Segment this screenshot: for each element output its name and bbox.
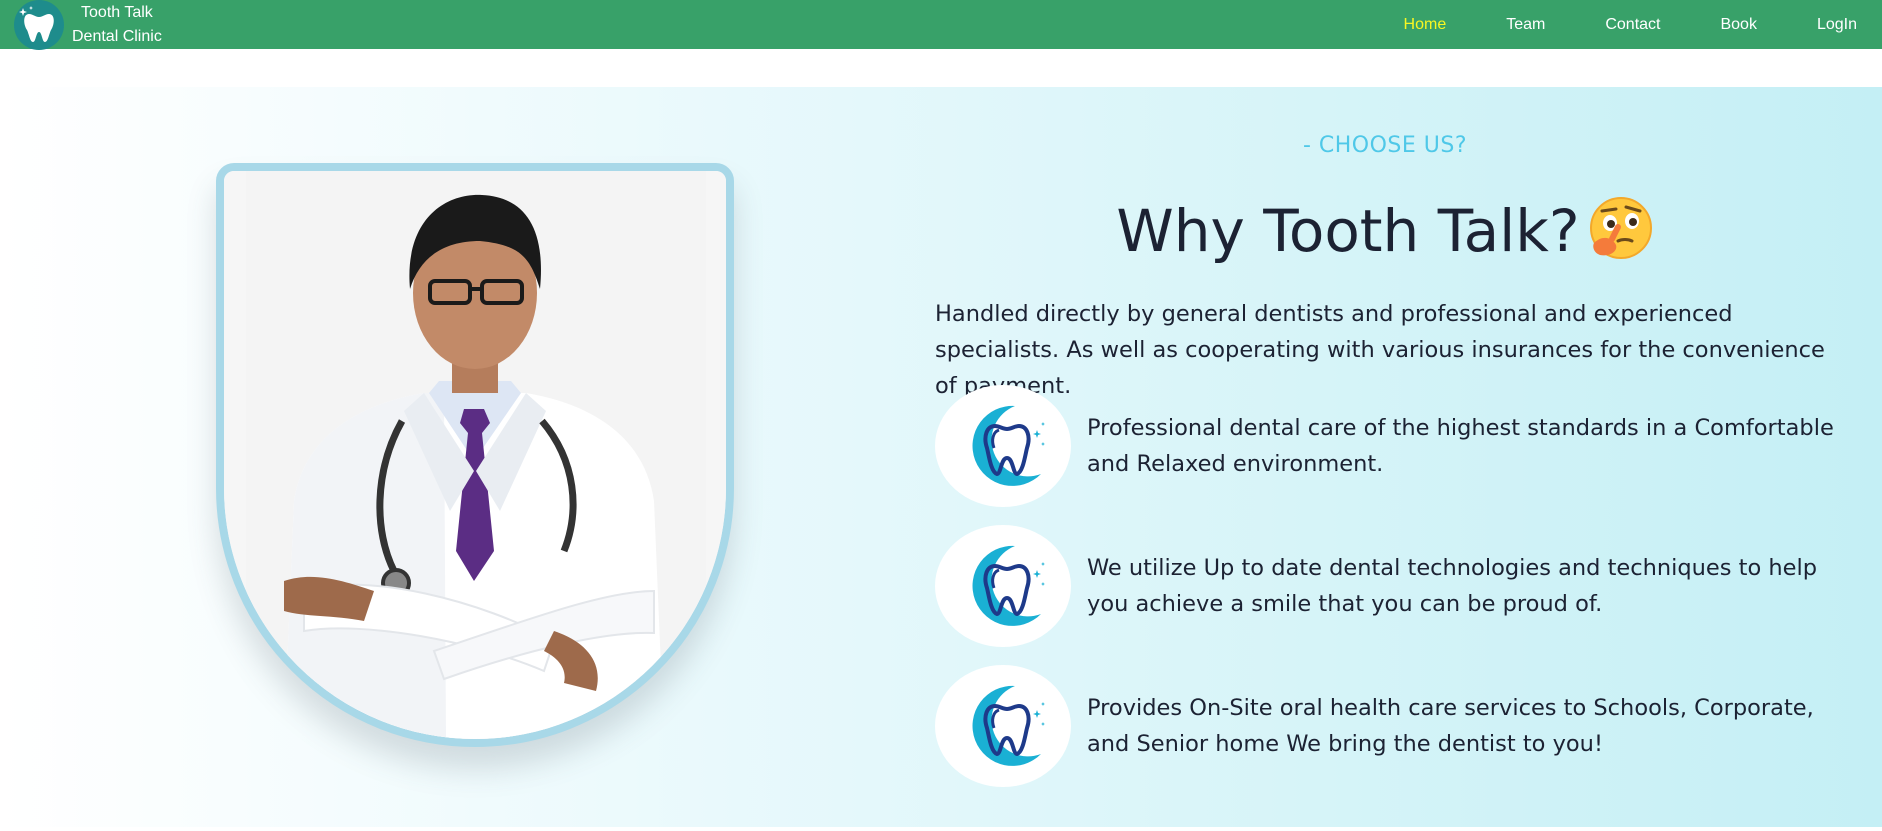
nav-home[interactable]: Home: [1404, 16, 1447, 34]
nav-book[interactable]: Book: [1720, 16, 1756, 34]
feature-text: We utilize Up to date dental technologie…: [1087, 555, 1818, 617]
feature-text: Professional dental care of the highest …: [1087, 415, 1834, 477]
feature-item: Professional dental care of the highest …: [935, 385, 1845, 507]
feature-item: Provides On-Site oral health care servic…: [935, 665, 1845, 787]
section-heading: Why Tooth Talk?: [935, 195, 1835, 266]
feature-text: Provides On-Site oral health care servic…: [1087, 695, 1814, 757]
section-eyebrow: - CHOOSE US?: [1302, 133, 1468, 158]
nav-login[interactable]: LogIn: [1817, 16, 1857, 34]
tooth-sparkle-icon[interactable]: [14, 0, 64, 50]
feature-item: We utilize Up to date dental technologie…: [935, 525, 1845, 647]
doctor-photo: [216, 163, 734, 747]
navbar: Tooth Talk Dental Clinic Home Team Conta…: [0, 0, 1882, 50]
nav-team[interactable]: Team: [1506, 16, 1545, 34]
nav-contact[interactable]: Contact: [1605, 16, 1660, 34]
thinking-face-icon: [1588, 195, 1654, 261]
brand-line-1: Tooth Talk: [81, 3, 153, 21]
brand[interactable]: Tooth Talk Dental Clinic: [0, 0, 162, 50]
tooth-logo-icon: [935, 665, 1071, 787]
tooth-logo-icon: [935, 385, 1071, 507]
heading-text: Why Tooth Talk?: [1116, 197, 1580, 265]
doctor-illustration: [224, 171, 726, 739]
nav-links: Home Team Contact Book LogIn: [1344, 0, 1882, 49]
tooth-logo-icon: [935, 525, 1071, 647]
why-choose-us-section: - CHOOSE US? Why Tooth Talk? Handled dir…: [0, 87, 1882, 827]
brand-line-2: Dental Clinic: [72, 27, 162, 45]
brand-name[interactable]: Tooth Talk Dental Clinic: [72, 1, 162, 49]
